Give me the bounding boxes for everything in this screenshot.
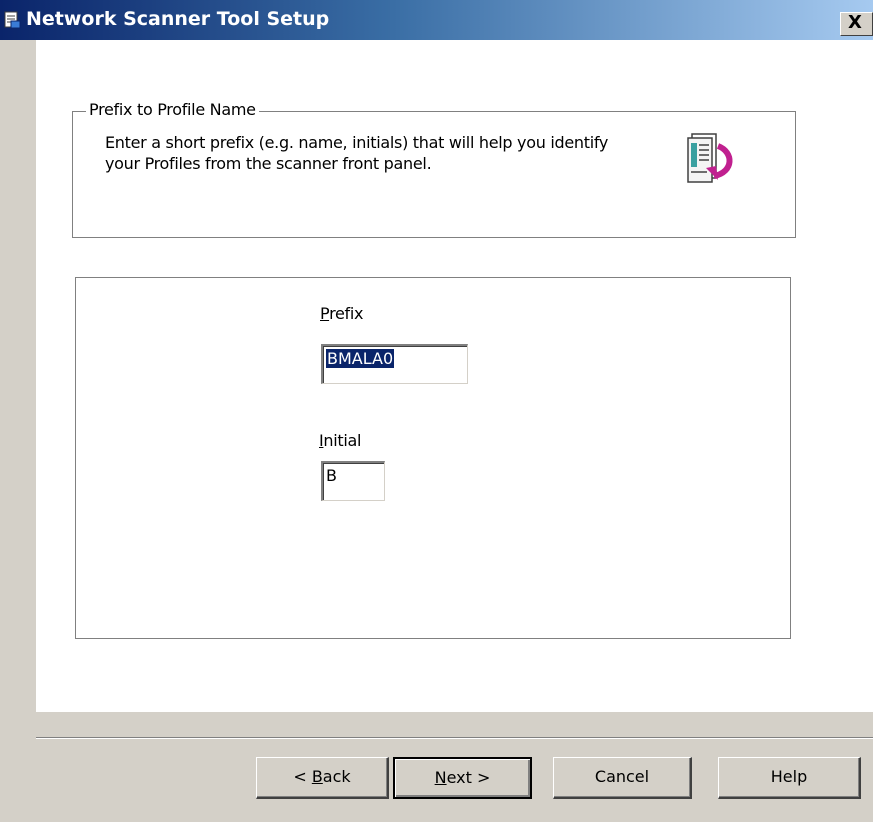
next-button[interactable]: Next > — [393, 757, 532, 799]
separator-highlight — [36, 738, 873, 739]
initial-label: Initial — [319, 431, 362, 450]
prefix-input[interactable]: BMALA0 — [321, 344, 468, 384]
help-button[interactable]: Help — [718, 757, 861, 799]
group-description: Enter a short prefix (e.g. name, initial… — [105, 133, 609, 173]
back-button[interactable]: < Back — [256, 757, 389, 799]
input-panel — [75, 277, 791, 639]
group-legend: Prefix to Profile Name — [86, 100, 259, 119]
initial-input[interactable]: B — [321, 461, 385, 501]
window-title: Network Scanner Tool Setup — [26, 8, 330, 30]
cancel-button[interactable]: Cancel — [553, 757, 692, 799]
close-icon: X — [848, 12, 862, 33]
title-bar: Network Scanner Tool Setup X — [0, 0, 873, 40]
prefix-label: Prefix — [320, 304, 364, 323]
close-button[interactable]: X — [840, 12, 873, 36]
initial-value: B — [326, 466, 337, 485]
prefix-value: BMALA0 — [326, 349, 395, 368]
setup-icon — [4, 11, 21, 29]
document-arrow-icon — [687, 133, 733, 183]
